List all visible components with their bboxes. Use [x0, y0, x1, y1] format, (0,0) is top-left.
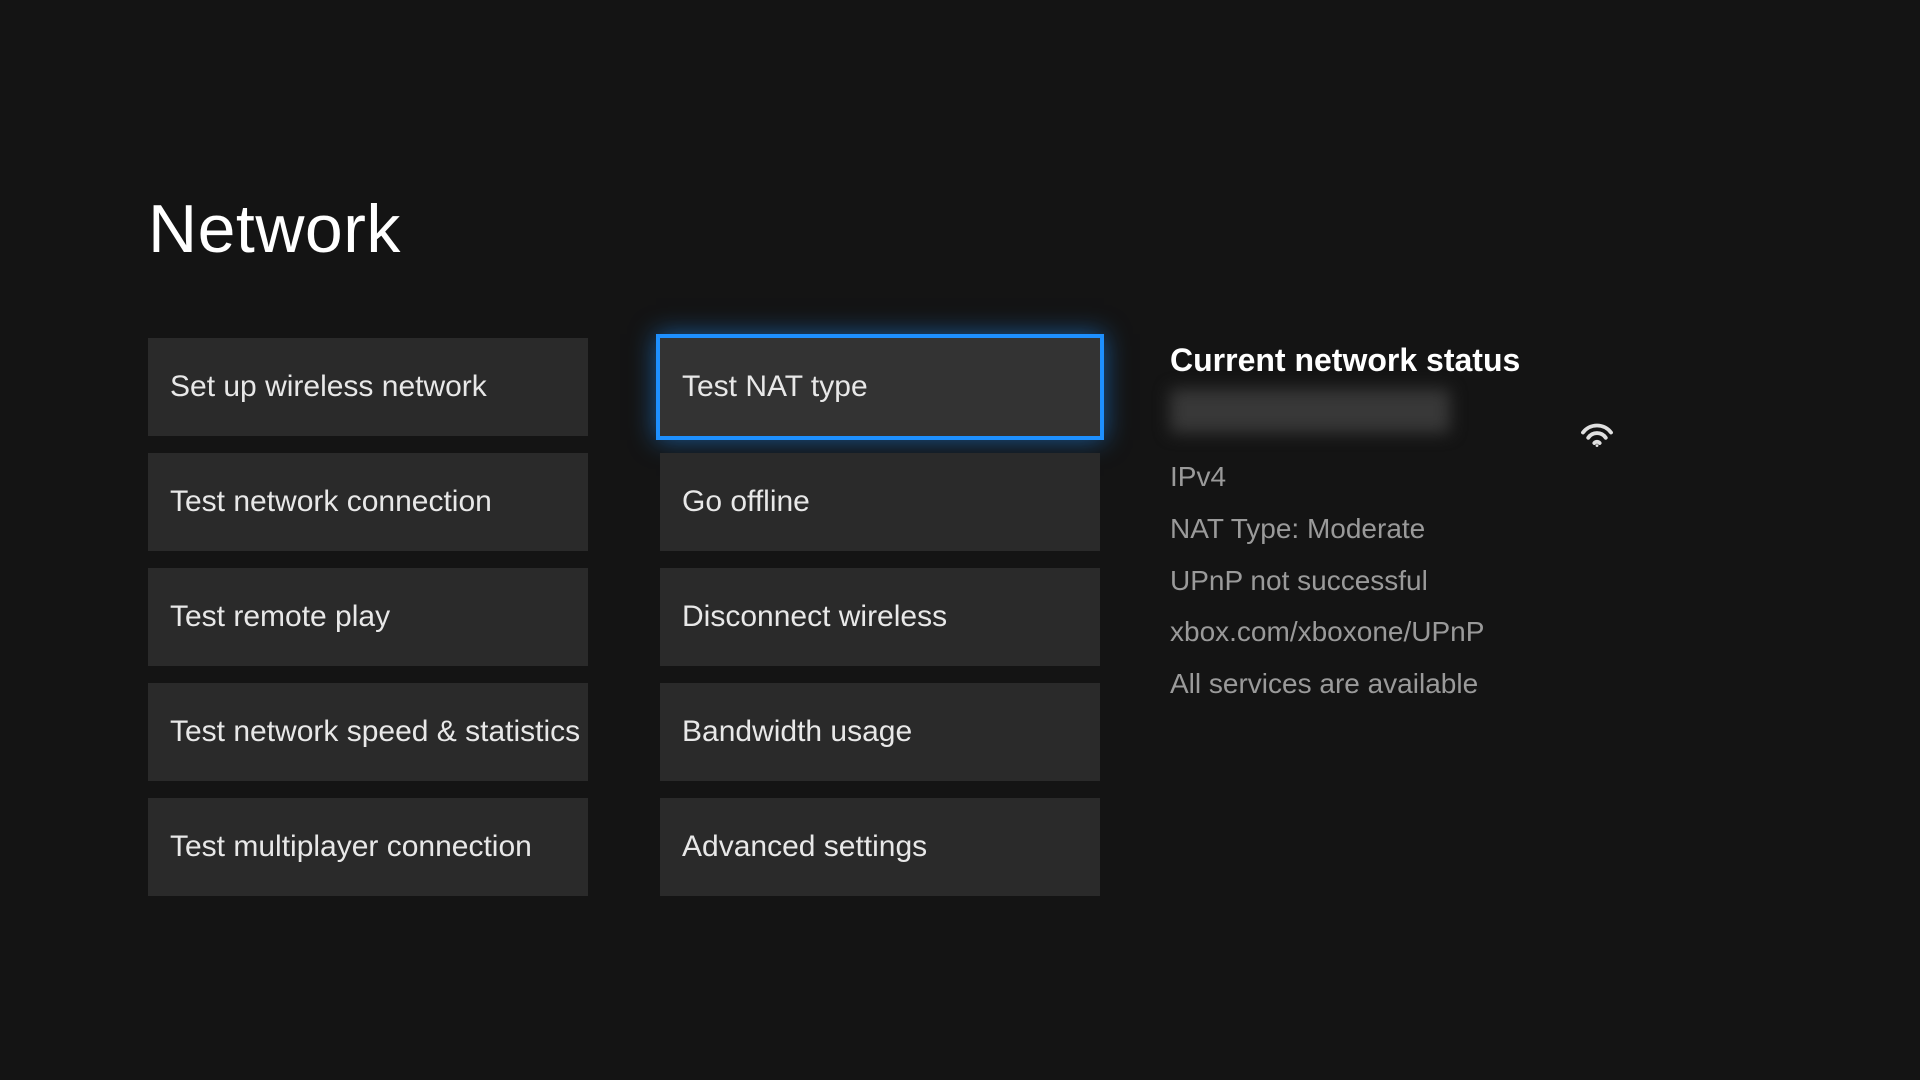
status-line-upnp-url: xbox.com/xboxone/UPnP: [1170, 606, 1640, 658]
options-column-left: Set up wireless network Test network con…: [148, 338, 588, 896]
tile-bandwidth-usage[interactable]: Bandwidth usage: [660, 683, 1100, 781]
options-grid: Set up wireless network Test network con…: [148, 338, 1100, 896]
status-line-nat-type: NAT Type: Moderate: [1170, 503, 1640, 555]
options-column-right: Test NAT type Go offline Disconnect wire…: [660, 338, 1100, 896]
page-title: Network: [148, 190, 401, 268]
status-line-ipv4: IPv4: [1170, 451, 1640, 503]
tile-test-network-speed-statistics[interactable]: Test network speed & statistics: [148, 683, 588, 781]
network-status-panel: Current network status IPv4 NAT Type: Mo…: [1170, 342, 1640, 710]
tile-test-multiplayer-connection[interactable]: Test multiplayer connection: [148, 798, 588, 896]
tile-test-remote-play[interactable]: Test remote play: [148, 568, 588, 666]
status-line-services: All services are available: [1170, 658, 1640, 710]
tile-disconnect-wireless[interactable]: Disconnect wireless: [660, 568, 1100, 666]
tile-set-up-wireless-network[interactable]: Set up wireless network: [148, 338, 588, 436]
wifi-icon: [1576, 408, 1618, 450]
status-heading: Current network status: [1170, 342, 1640, 379]
tile-test-nat-type[interactable]: Test NAT type: [660, 338, 1100, 436]
status-network-name-obscured: [1170, 389, 1450, 433]
status-line-upnp: UPnP not successful: [1170, 555, 1640, 607]
tile-advanced-settings[interactable]: Advanced settings: [660, 798, 1100, 896]
tile-go-offline[interactable]: Go offline: [660, 453, 1100, 551]
tile-test-network-connection[interactable]: Test network connection: [148, 453, 588, 551]
